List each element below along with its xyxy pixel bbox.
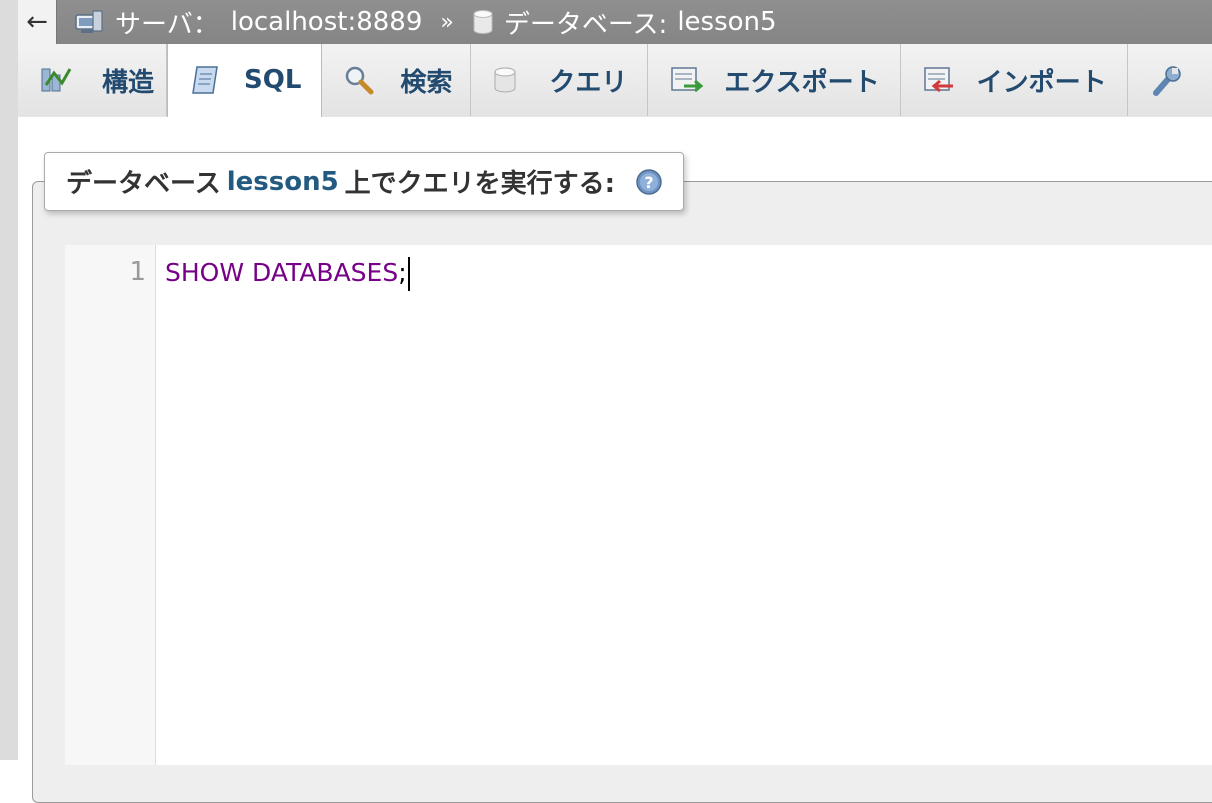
tab-search-label: 検索 (400, 67, 453, 98)
tab-import[interactable]: インポート (900, 44, 1128, 116)
back-arrow-icon: ← (26, 7, 48, 37)
tab-sql-label: SQL (244, 65, 302, 95)
tab-import-label: インポート (976, 67, 1107, 98)
sql-code-line[interactable]: SHOW DATABASES; (165, 257, 410, 291)
export-icon (670, 65, 704, 95)
sql-editor[interactable]: 1 SHOW DATABASES; (65, 245, 1212, 765)
breadcrumb-bar: ← サーバ： localhost:8889 » データベース: lesson5 (18, 0, 1212, 44)
breadcrumb-database-label: データベース: (503, 9, 668, 40)
tab-query-label: クエリ (549, 67, 628, 98)
tab-search[interactable]: 検索 (322, 44, 472, 116)
wrench-icon (1150, 63, 1184, 97)
server-icon (75, 9, 105, 35)
breadcrumb-server-label: サーバ： (115, 9, 219, 40)
tab-structure[interactable]: 構造 (18, 44, 167, 116)
sql-keyword: SHOW DATABASES (165, 258, 399, 287)
query-box-legend: データベース lesson5 上でクエリを実行する: ? (44, 152, 684, 211)
svg-text:?: ? (644, 173, 653, 192)
legend-prefix: データベース (66, 169, 221, 199)
sql-icon (190, 64, 220, 96)
tab-operations[interactable] (1127, 44, 1212, 116)
breadcrumb-database-link[interactable]: lesson5 (677, 7, 776, 37)
text-cursor (407, 257, 410, 291)
structure-icon (40, 65, 72, 95)
tab-query[interactable]: クエリ (471, 44, 649, 116)
tab-bar: 構造 SQL 検索 クエリ エクスポート インポート (18, 44, 1212, 118)
legend-database-link[interactable]: lesson5 (227, 167, 339, 197)
import-icon (923, 65, 957, 95)
tab-export-label: エクスポート (724, 67, 880, 98)
legend-suffix: 上でクエリを実行する: (344, 169, 616, 199)
search-icon (344, 65, 374, 95)
line-number: 1 (129, 257, 146, 287)
breadcrumb-separator: » (440, 9, 454, 35)
query-icon (493, 66, 517, 94)
tab-sql[interactable]: SQL (167, 44, 323, 117)
database-icon (472, 9, 494, 35)
back-button[interactable]: ← (18, 0, 57, 44)
left-edge-panel (0, 0, 19, 760)
main-content: データベース lesson5 上でクエリを実行する: ? 1 SHOW DATA… (18, 117, 1212, 803)
help-icon[interactable]: ? (635, 168, 663, 196)
sql-punctuation: ; (398, 258, 407, 287)
line-number-gutter: 1 (65, 245, 156, 765)
breadcrumb-server-link[interactable]: localhost:8889 (231, 7, 423, 37)
tab-export[interactable]: エクスポート (648, 44, 901, 116)
tab-structure-label: 構造 (102, 67, 155, 98)
